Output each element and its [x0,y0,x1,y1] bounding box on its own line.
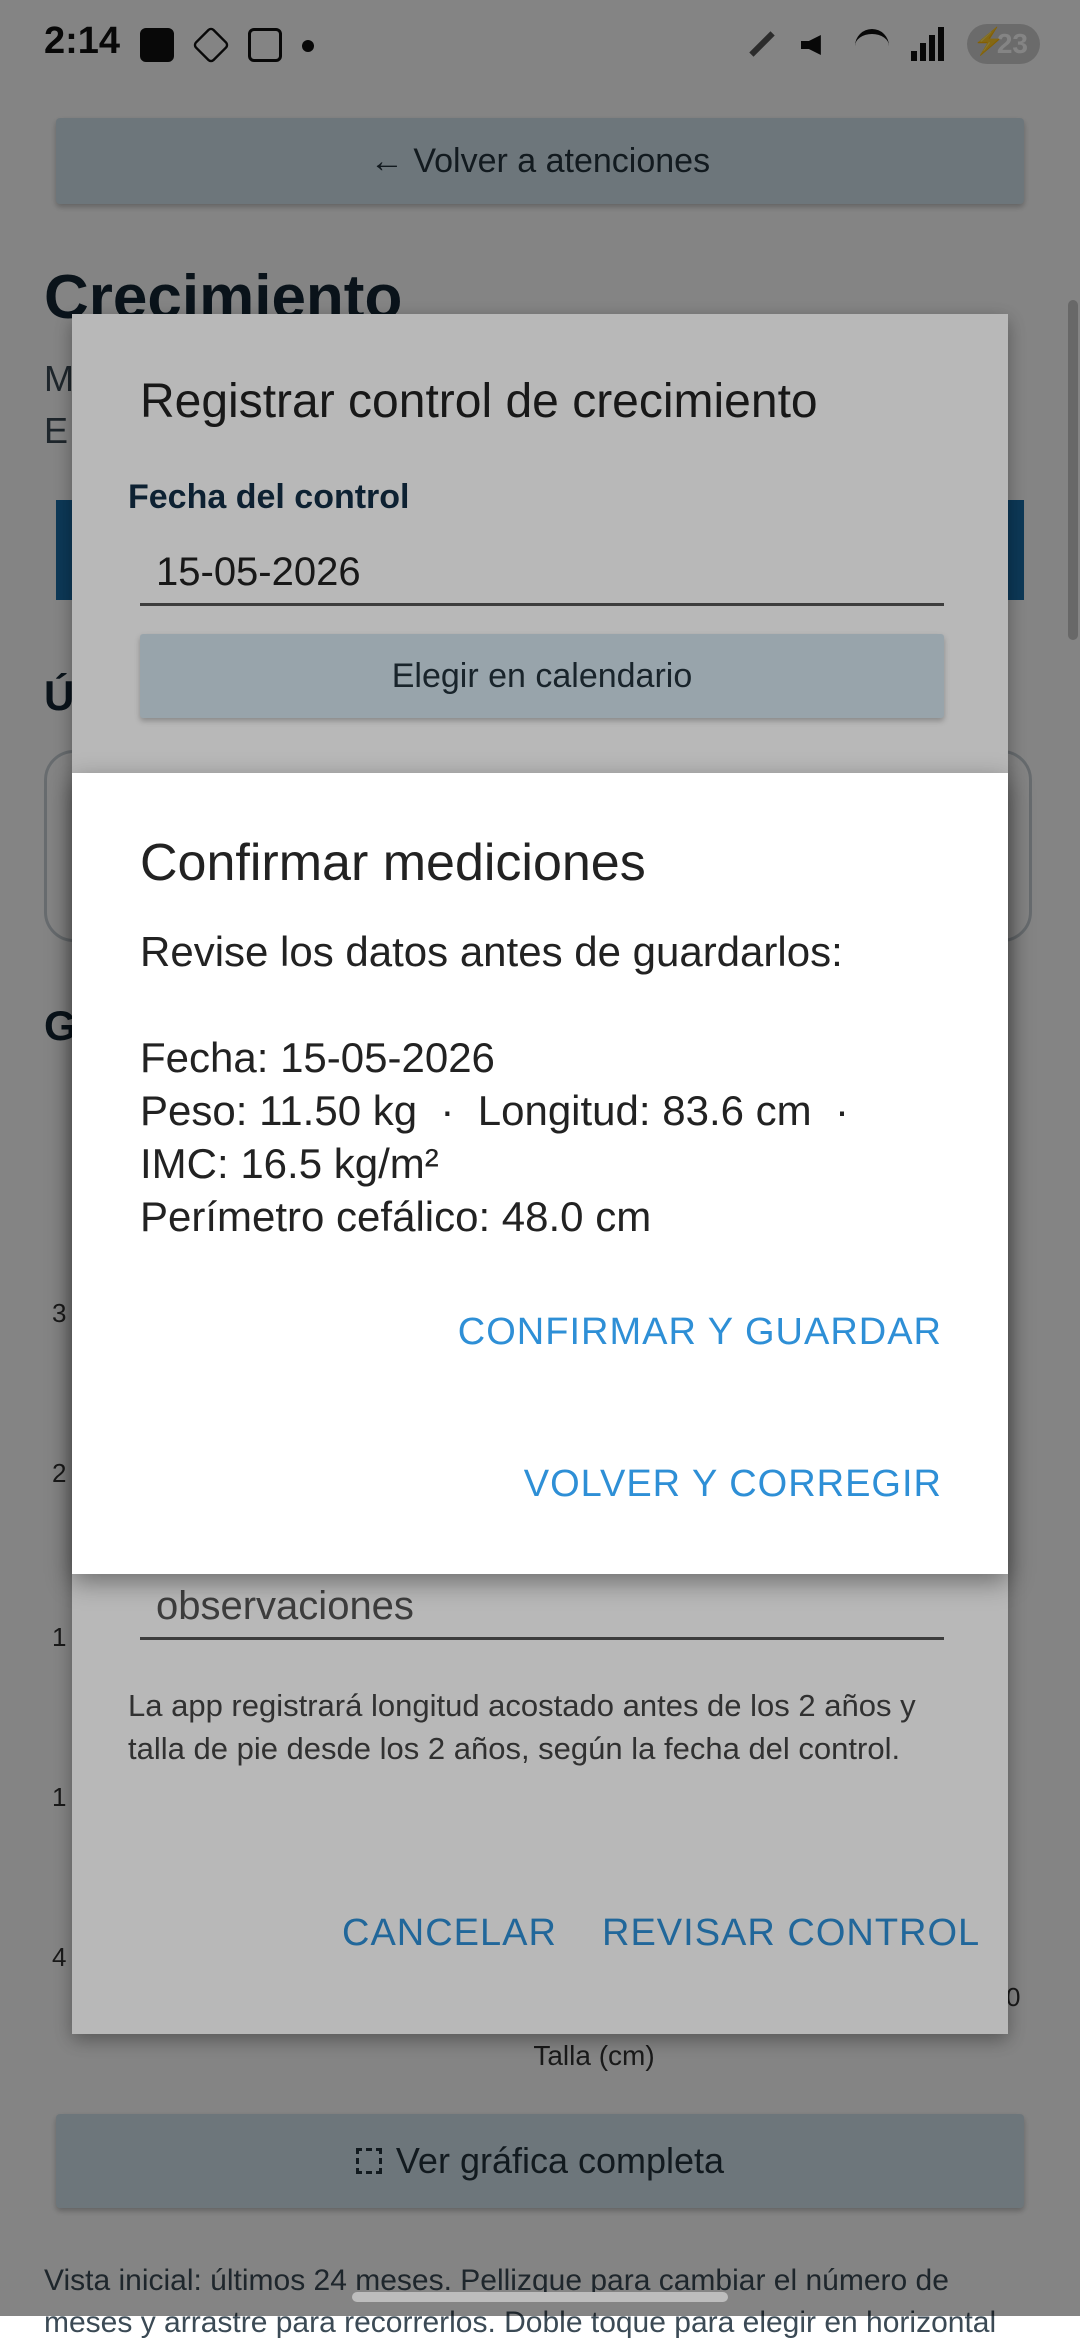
confirm-dialog-title: Confirmar mediciones [140,834,646,892]
gesture-nav-handle[interactable] [352,2292,728,2302]
confirm-date-line: Fecha: 15-05-2026 [140,1034,495,1081]
confirm-measurements-dialog: Confirmar mediciones Revise los datos an… [72,773,1008,1574]
confirm-intro: Revise los datos antes de guardarlos: [140,928,843,975]
confirm-bmi-line: IMC: 16.5 kg/m² [140,1140,439,1187]
confirm-and-save-button[interactable]: CONFIRMAR Y GUARDAR [458,1311,942,1354]
confirm-dialog-body: Revise los datos antes de guardarlos: Fe… [140,925,980,1243]
back-and-correct-button[interactable]: VOLVER Y CORREGIR [524,1463,942,1506]
confirm-head-line: Perímetro cefálico: 48.0 cm [140,1193,652,1240]
confirm-weight-length-line: Peso: 11.50 kg · Longitud: 83.6 cm · [140,1087,849,1134]
